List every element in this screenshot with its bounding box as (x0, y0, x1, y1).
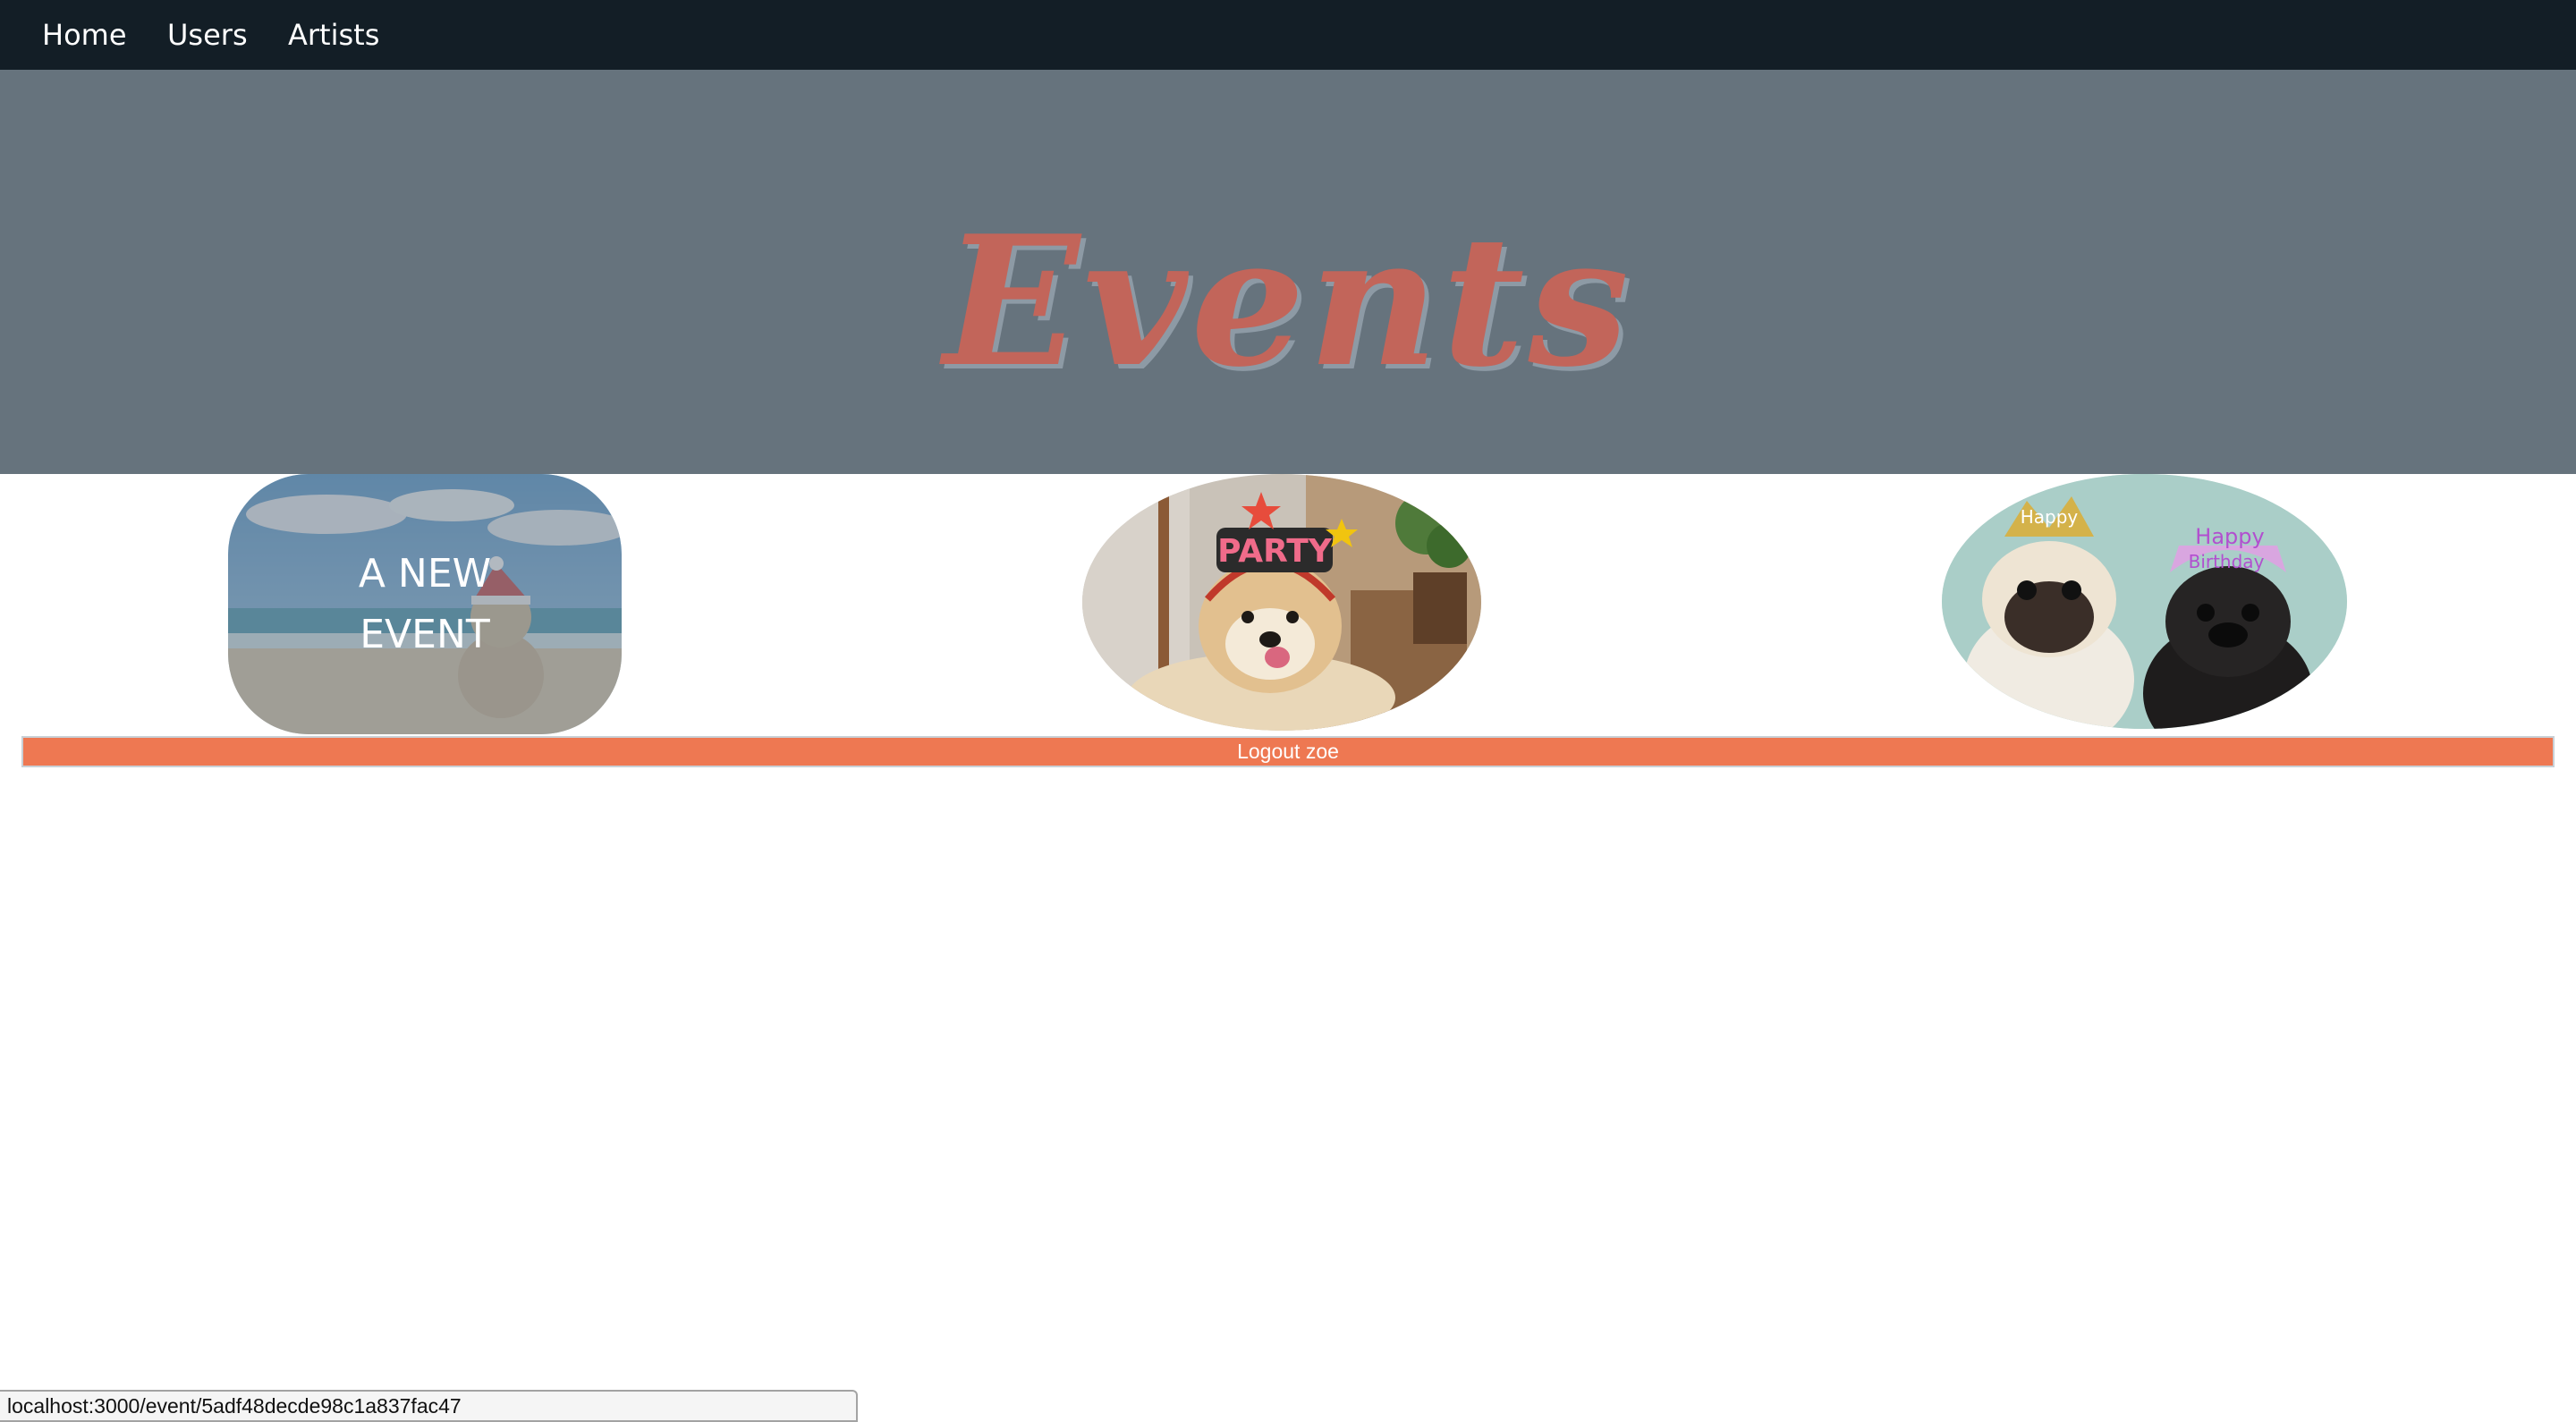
dog-party-image: PARTY (1082, 474, 1481, 731)
svg-text:Birthday: Birthday (2189, 551, 2265, 572)
event-card-pugs-birthday[interactable]: Happy Happy Birthday (1942, 474, 2347, 729)
svg-text:Happy: Happy (2021, 506, 2079, 528)
svg-text:Happy: Happy (2195, 524, 2264, 549)
event-card-new-event[interactable]: A NEW EVENT (228, 474, 622, 734)
hero-banner: Events (0, 70, 2576, 474)
logout-button[interactable]: Logout zoe (21, 736, 2555, 767)
event-card-dog-party[interactable]: PARTY (1082, 474, 1481, 731)
page-title: Events (943, 197, 1633, 407)
nav-artists-link[interactable]: Artists (288, 0, 379, 70)
svg-text:PARTY: PARTY (1217, 533, 1333, 570)
top-navbar: Home Users Artists (0, 0, 2576, 70)
pugs-birthday-image: Happy Happy Birthday (1942, 474, 2347, 729)
event-card-label: A NEW EVENT (358, 550, 492, 657)
status-bar-url: localhost:3000/event/5adf48decde98c1a837… (0, 1390, 858, 1422)
nav-home-link[interactable]: Home (42, 0, 127, 70)
nav-users-link[interactable]: Users (167, 0, 248, 70)
